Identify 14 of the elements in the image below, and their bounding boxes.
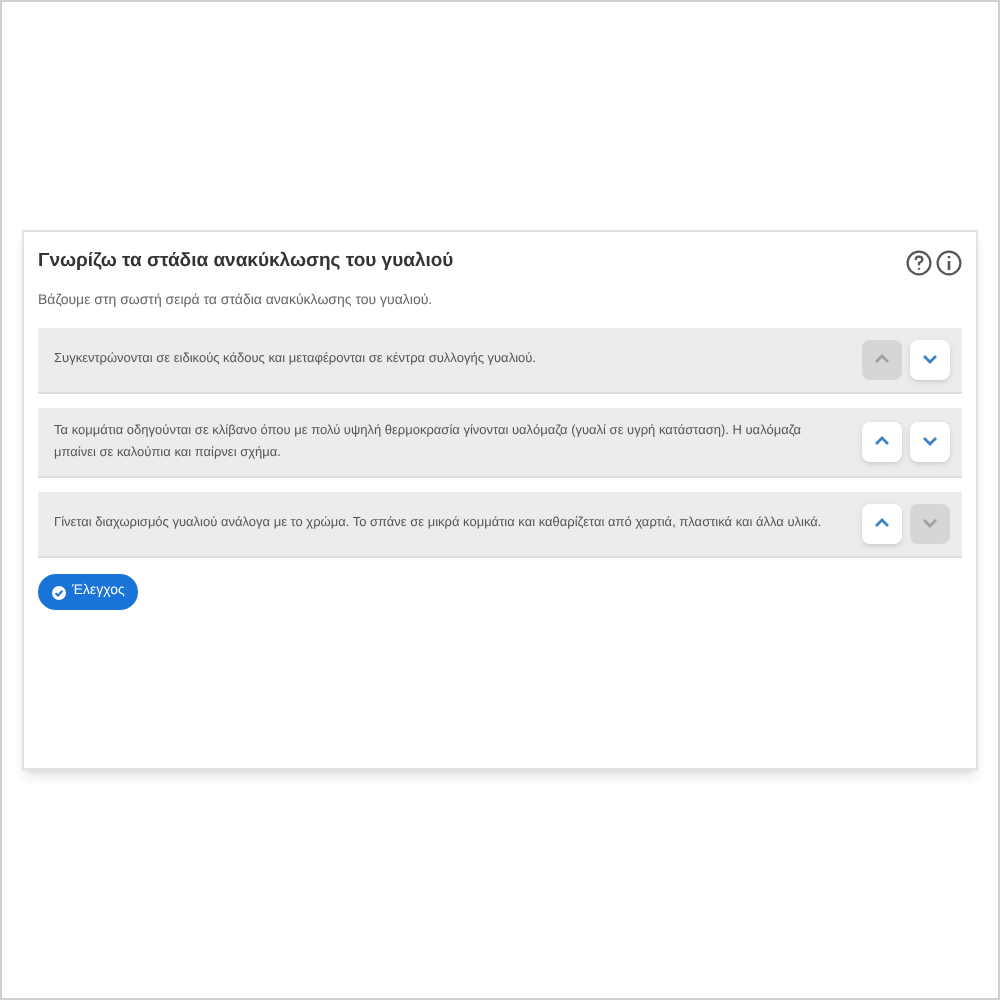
activity-title: Γνωρίζω τα στάδια ανακύκλωσης του γυαλιού <box>38 248 454 276</box>
info-icon[interactable] <box>936 249 962 276</box>
check-circle-icon <box>52 585 66 599</box>
chevron-down-icon <box>922 436 938 447</box>
chevron-down-icon <box>922 354 938 365</box>
move-down-button[interactable] <box>910 339 950 380</box>
chevron-up-icon <box>874 354 890 365</box>
move-down-button[interactable] <box>910 421 950 462</box>
chevron-up-icon <box>874 518 890 529</box>
help-icon[interactable] <box>906 249 932 276</box>
move-up-button[interactable] <box>862 503 902 544</box>
chevron-up-icon <box>874 436 890 447</box>
chevron-down-icon <box>922 518 938 529</box>
move-up-button[interactable] <box>862 421 902 462</box>
